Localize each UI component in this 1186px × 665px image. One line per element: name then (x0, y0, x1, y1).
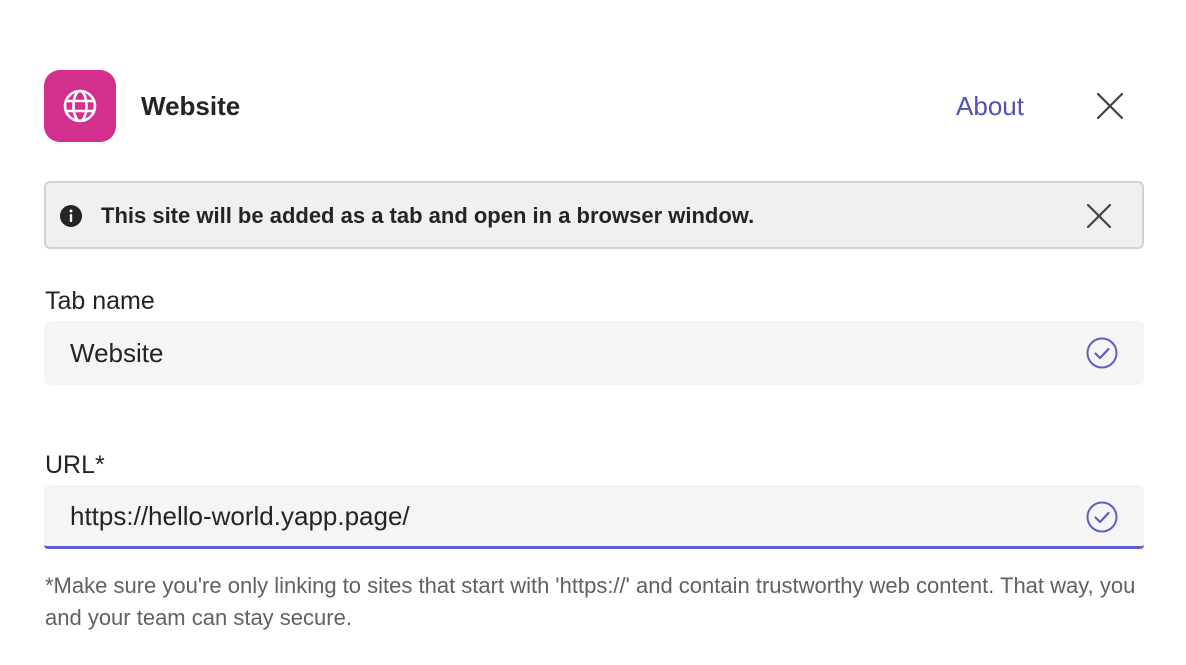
info-banner: This site will be added as a tab and ope… (44, 181, 1144, 249)
dialog-header: Website About (44, 70, 1144, 142)
app-title: Website (141, 91, 241, 121)
tab-name-input[interactable] (70, 321, 1050, 385)
info-icon (60, 205, 82, 227)
close-dialog-button[interactable] (1094, 90, 1126, 122)
close-icon (1097, 93, 1123, 119)
app-icon (44, 70, 116, 142)
tab-name-field (44, 321, 1144, 385)
url-field (44, 485, 1144, 549)
url-input[interactable] (70, 485, 1050, 547)
url-helper-text: *Make sure you're only linking to sites … (45, 573, 1136, 630)
globe-icon (63, 89, 97, 123)
about-link[interactable]: About (956, 90, 1024, 122)
banner-message: This site will be added as a tab and ope… (101, 203, 755, 228)
dismiss-banner-button[interactable] (1084, 201, 1114, 231)
check-circle-icon (1086, 501, 1118, 533)
url-label: URL* (45, 451, 105, 479)
add-website-tab-dialog: Website About This site will be added as… (0, 0, 1186, 665)
tab-name-label: Tab name (45, 287, 155, 315)
close-icon (1087, 204, 1111, 228)
check-circle-icon (1086, 337, 1118, 369)
